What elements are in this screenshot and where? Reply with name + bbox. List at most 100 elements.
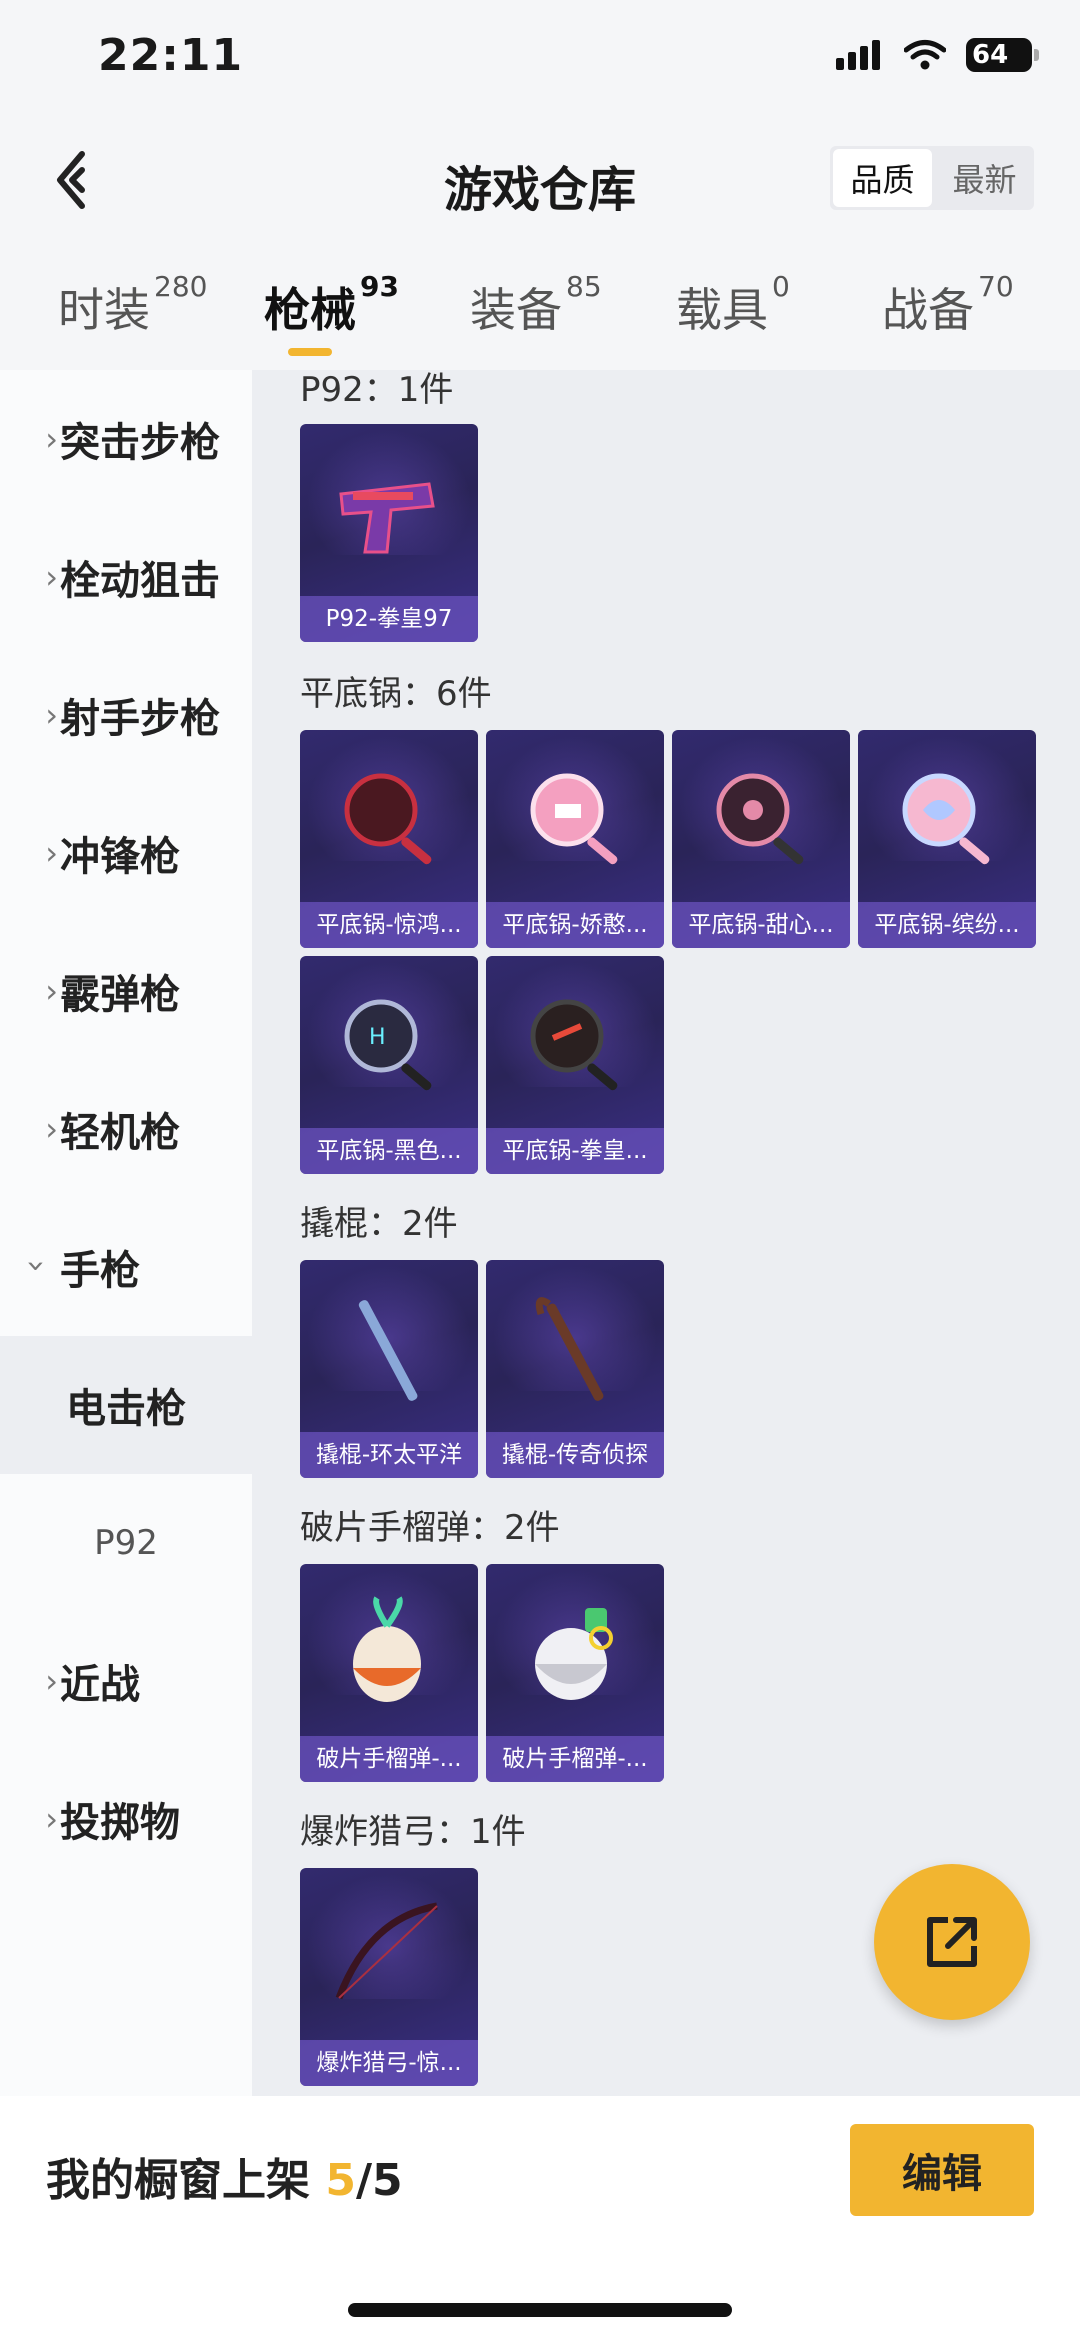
pistol-icon	[339, 482, 435, 554]
sidebar-item-bolt-sniper[interactable]: › 栓动狙击	[0, 508, 252, 646]
sidebar-item-label: 电击枪	[66, 1386, 186, 1432]
share-external-icon	[927, 1917, 977, 1967]
item-card-caption: 平底锅-甜心...	[672, 902, 850, 948]
wifi-icon	[904, 40, 946, 70]
sidebar-item-label: 轻机枪	[60, 1110, 180, 1156]
item-card-caption: 破片手榴弹-...	[300, 1736, 478, 1782]
tab-count: 70	[978, 270, 1014, 303]
chevron-right-icon: ›	[45, 834, 58, 872]
tab-label: 枪械	[264, 283, 356, 337]
sort-quality-button[interactable]: 品质	[833, 149, 932, 207]
showcase-total-count: /5	[355, 2155, 403, 2206]
sidebar-item-p92[interactable]: P92	[0, 1474, 252, 1612]
tab-count: 0	[772, 270, 790, 303]
sidebar-item-label: 突击步枪	[60, 420, 220, 466]
item-card-caption: 平底锅-惊鸿...	[300, 902, 478, 948]
tab-count: 93	[360, 270, 399, 303]
tab-supplies[interactable]: 战备 70	[882, 270, 1014, 340]
chevron-right-icon: ›	[45, 420, 58, 458]
sidebar-item-label: 栓动狙击	[60, 558, 220, 604]
sidebar-item-label: P92	[94, 1523, 158, 1563]
grenade-icon	[353, 1596, 421, 1702]
sort-newest-button[interactable]: 最新	[935, 146, 1034, 210]
edit-button[interactable]: 编辑	[850, 2124, 1034, 2216]
frying-pan-icon	[530, 999, 618, 1091]
item-card-crowbar-2[interactable]: 撬棍-传奇侦探	[486, 1260, 664, 1478]
frying-pan-icon	[902, 773, 990, 865]
crowbar-icon	[535, 1297, 604, 1401]
showcase-label: 我的橱窗上架 5/5	[46, 2144, 403, 2208]
item-card-caption: 爆炸猎弓-惊...	[300, 2040, 478, 2086]
sidebar-item-stun-gun[interactable]: 电击枪	[0, 1336, 252, 1474]
item-card-grenade-1[interactable]: 破片手榴弹-...	[300, 1564, 478, 1782]
item-card-caption: 撬棍-传奇侦探	[486, 1432, 664, 1478]
item-card-crowbar-1[interactable]: 撬棍-环太平洋	[300, 1260, 478, 1478]
status-time: 22:11	[98, 30, 244, 81]
frying-pan-icon	[716, 773, 804, 865]
sidebar-item-label: 手枪	[60, 1248, 140, 1294]
showcase-current-count: 5	[325, 2155, 356, 2206]
item-card-bow-1[interactable]: 爆炸猎弓-惊...	[300, 1868, 478, 2086]
status-icons: 64	[836, 38, 1039, 72]
sidebar-item-marksman-rifle[interactable]: › 射手步枪	[0, 646, 252, 784]
frying-pan-icon: H	[344, 999, 432, 1091]
signal-icon	[836, 40, 880, 70]
item-card-grenade-2[interactable]: 破片手榴弹-...	[486, 1564, 664, 1782]
chevron-right-icon: ›	[45, 1800, 58, 1838]
tab-vehicles[interactable]: 载具 0	[676, 270, 790, 340]
bow-icon	[335, 1902, 438, 2000]
tab-label: 战备	[882, 283, 974, 337]
sidebar-item-label: 射手步枪	[60, 696, 220, 742]
item-card-caption: 平底锅-缤纷...	[858, 902, 1036, 948]
group-title-frying-pan: 平底锅：6件	[300, 674, 492, 714]
sidebar-item-label: 近战	[60, 1662, 140, 1708]
tab-guns[interactable]: 枪械 93	[264, 270, 399, 340]
status-bar: 22:11 64	[0, 0, 1080, 120]
tab-fashion[interactable]: 时装 280	[58, 270, 207, 340]
group-title-p92: P92：1件	[300, 370, 454, 410]
frying-pan-icon	[344, 773, 432, 865]
home-indicator	[348, 2303, 732, 2317]
item-card-caption: 平底锅-娇憨...	[486, 902, 664, 948]
sidebar-item-smg[interactable]: › 冲锋枪	[0, 784, 252, 922]
sidebar: › 突击步枪 › 栓动狙击 › 射手步枪 › 冲锋枪 › 霰弹枪 › 轻机枪 › 手枪 电击枪…	[0, 370, 252, 2100]
sidebar-item-label: 投掷物	[60, 1800, 180, 1846]
svg-text:H: H	[369, 1025, 386, 1050]
showcase-label-text: 我的橱窗上架	[46, 2155, 310, 2206]
tab-count: 85	[566, 270, 602, 303]
sidebar-item-pistol[interactable]: › 手枪	[0, 1198, 252, 1336]
sidebar-item-lmg[interactable]: › 轻机枪	[0, 1060, 252, 1198]
item-card-p92-kof97[interactable]: P92-拳皇97	[300, 424, 478, 642]
grenade-icon	[535, 1608, 613, 1700]
item-card-pan-2[interactable]: 平底锅-娇憨...	[486, 730, 664, 948]
sidebar-item-assault-rifle[interactable]: › 突击步枪	[0, 370, 252, 508]
item-card-pan-4[interactable]: 平底锅-缤纷...	[858, 730, 1036, 948]
frying-pan-icon	[530, 773, 618, 865]
group-title-bow: 爆炸猎弓：1件	[300, 1812, 526, 1852]
sidebar-item-shotgun[interactable]: › 霰弹枪	[0, 922, 252, 1060]
crowbar-icon	[358, 1300, 418, 1401]
group-title-crowbar: 撬棍：2件	[300, 1204, 458, 1244]
item-card-pan-6[interactable]: 平底锅-拳皇...	[486, 956, 664, 1174]
sidebar-item-melee[interactable]: › 近战	[0, 1612, 252, 1750]
item-card-caption: 破片手榴弹-...	[486, 1736, 664, 1782]
chevron-right-icon: ›	[45, 696, 58, 734]
header: 游戏仓库 品质 最新	[0, 120, 1080, 240]
item-card-pan-3[interactable]: 平底锅-甜心...	[672, 730, 850, 948]
sort-toggle: 品质 最新	[830, 146, 1034, 210]
tab-label: 装备	[470, 283, 562, 337]
item-card-pan-1[interactable]: 平底锅-惊鸿...	[300, 730, 478, 948]
tab-label: 时装	[58, 283, 150, 337]
group-title-grenade: 破片手榴弹：2件	[300, 1508, 560, 1548]
item-grid: P92：1件 P92-拳皇97 平底锅：6件 平底锅-惊鸿... 平底锅-娇憨.…	[252, 370, 1080, 2100]
tab-equipment[interactable]: 装备 85	[470, 270, 602, 340]
chevron-right-icon: ›	[45, 1110, 58, 1148]
share-button[interactable]	[874, 1864, 1030, 2020]
chevron-right-icon: ›	[45, 972, 58, 1010]
chevron-down-icon: ›	[18, 1259, 56, 1273]
tab-count: 280	[154, 270, 208, 303]
sidebar-item-throwables[interactable]: › 投掷物	[0, 1750, 252, 1888]
item-card-pan-5[interactable]: H 平底锅-黑色...	[300, 956, 478, 1174]
battery-icon: 64	[966, 38, 1039, 72]
item-card-caption: 撬棍-环太平洋	[300, 1432, 478, 1478]
